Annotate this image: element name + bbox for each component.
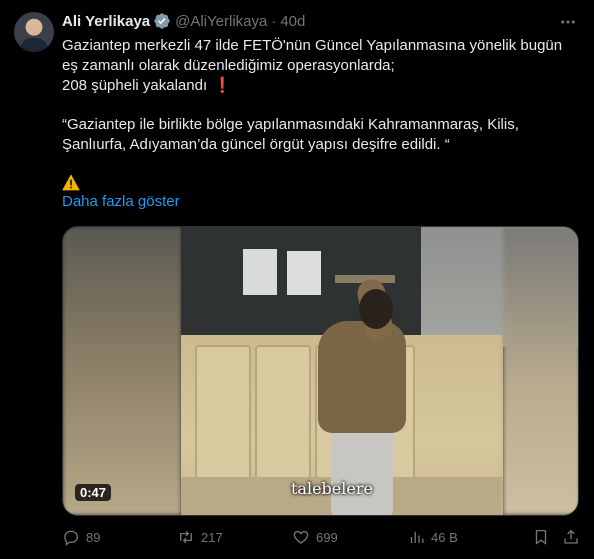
like-button[interactable]: 699	[292, 528, 338, 546]
retweet-button[interactable]: 217	[177, 528, 223, 546]
action-bar: 89 217 699 46 B	[62, 528, 582, 548]
views-button[interactable]: 46 B	[407, 528, 458, 546]
reply-count: 89	[86, 529, 101, 545]
retweet-icon	[180, 530, 192, 544]
tweet-text: Gaziantep merkezli 47 ilde FETÖ'nün Günc…	[62, 36, 582, 194]
views-count: 46 B	[431, 529, 458, 545]
tweet-line-text: 208 şüpheli yakalandı	[62, 77, 208, 94]
bookmark-icon	[535, 529, 547, 545]
separator: ·	[271, 12, 277, 30]
retweet-count: 217	[201, 529, 223, 545]
more-options-icon[interactable]	[558, 12, 578, 32]
bookmark-button[interactable]	[532, 528, 550, 546]
exclamation-emoji: ❗	[213, 77, 232, 94]
heart-icon	[293, 530, 309, 544]
verified-badge-icon[interactable]	[153, 12, 171, 30]
reply-button[interactable]: 89	[62, 528, 100, 546]
author-handle[interactable]: @AliYerlikaya	[175, 13, 267, 30]
warning-line	[62, 174, 582, 194]
video-caption: talebelere	[291, 479, 373, 498]
analytics-icon	[410, 531, 424, 543]
author-name[interactable]: Ali Yerlikaya	[62, 13, 150, 30]
show-more-link[interactable]: Daha fazla göster	[62, 193, 180, 210]
tweet-line: 208 şüpheli yakalandı ❗	[62, 76, 582, 96]
tweet[interactable]: Ali Yerlikaya @AliYerlikaya · 40d Gazian…	[0, 0, 594, 559]
like-count: 699	[316, 529, 338, 545]
quote-line: Şanlıurfa, Adıyaman’da güncel örgüt yapı…	[62, 136, 450, 153]
timestamp[interactable]: 40d	[280, 13, 305, 30]
share-button[interactable]	[562, 528, 580, 546]
warning-emoji-icon	[62, 174, 80, 191]
tweet-header: Ali Yerlikaya @AliYerlikaya · 40d	[62, 11, 305, 31]
share-icon	[564, 529, 578, 544]
reply-icon	[64, 530, 79, 546]
tweet-line: Gaziantep merkezli 47 ilde FETÖ'nün Günc…	[62, 37, 563, 54]
avatar[interactable]	[14, 12, 54, 52]
quote-line: “Gaziantep ile birlikte bölge yapılanmas…	[62, 116, 519, 133]
video-duration: 0:47	[75, 484, 112, 501]
video-frame	[63, 227, 578, 515]
tweet-line: eş zamanlı olarak düzenlediğimiz operasy…	[62, 57, 395, 74]
video-player[interactable]: talebelere 0:47	[62, 226, 579, 516]
